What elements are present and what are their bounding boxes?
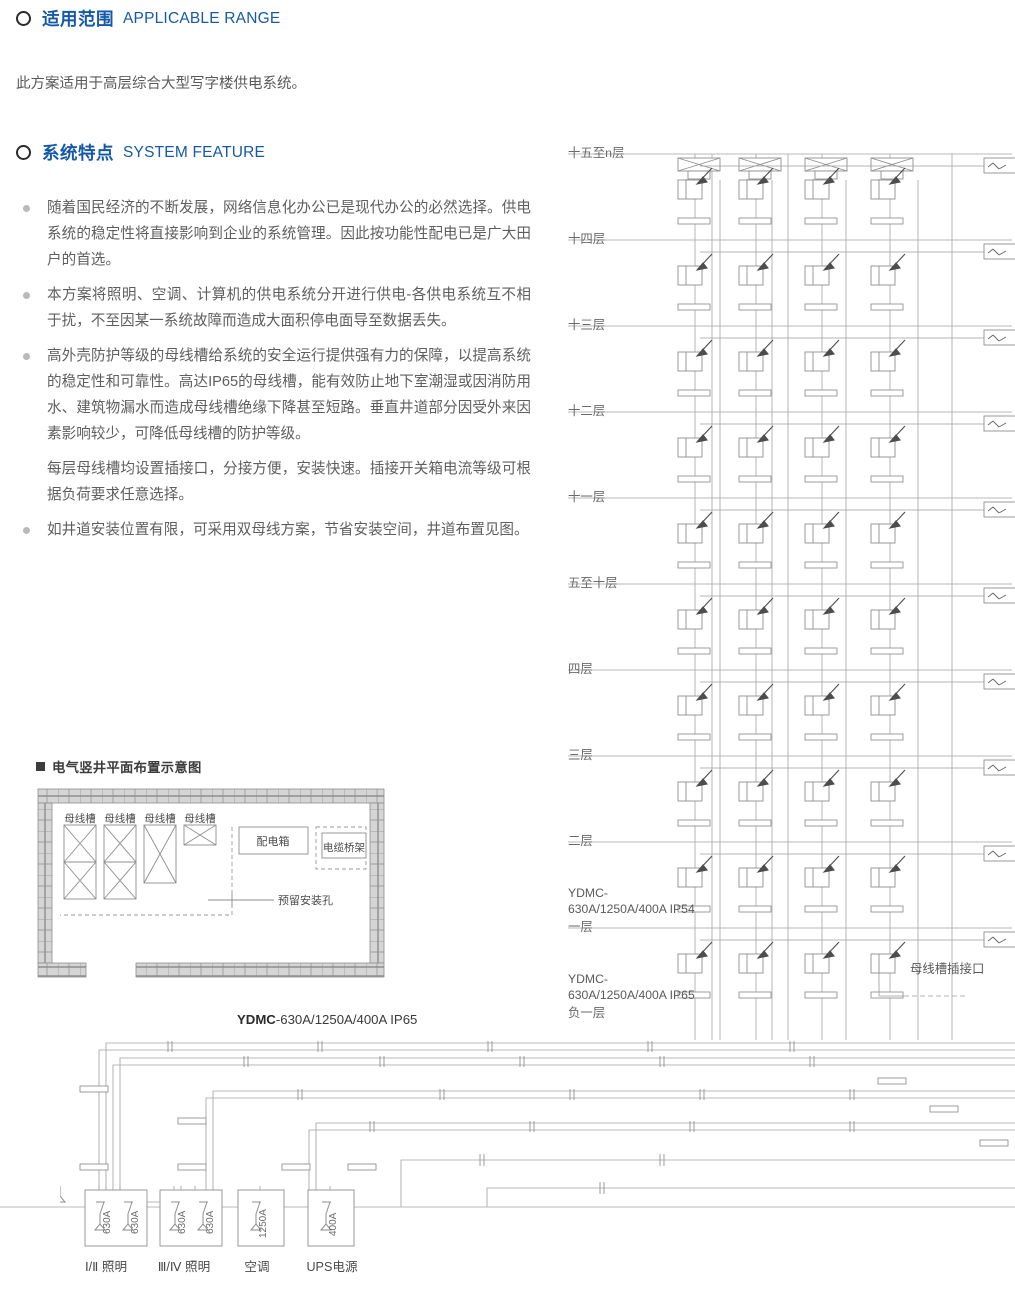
bullet-dot-icon xyxy=(23,205,30,212)
bottom-plug-ports xyxy=(79,1077,1009,1171)
feature-list: 随着国民经济的不断发展，网络信息化办公已是现代办公的必然选择。供电系统的稳定性将… xyxy=(16,196,544,553)
list-item: 随着国民经济的不断发展，网络信息化办公已是现代办公的必然选择。供电系统的稳定性将… xyxy=(16,196,544,274)
bottom-device-symbols: 630A 630A 630A 630A 1250A 400A xyxy=(60,1186,355,1247)
feature-text: 随着国民经济的不断发展，网络信息化办公已是现代办公的必然选择。供电系统的稳定性将… xyxy=(47,200,531,268)
list-item: 本方案将照明、空调、计算机的供电系统分开进行供电-各供电系统互不相于扰，不至因某… xyxy=(16,283,544,335)
riser-diagram: 十五至n层 十四层 十三层 十二层 十一层 五至十层 四层 三层 二层 一层 负… xyxy=(560,140,1015,1040)
section-title-en: APPLICABLE RANGE xyxy=(123,9,281,27)
section-header-applicable-range: 适用范围 APPLICABLE RANGE xyxy=(16,6,280,31)
square-marker-icon xyxy=(36,762,45,771)
list-item: 如井道安装位置有限，可采用双母线方案，节省安装空间，井道布置见图。 xyxy=(16,518,544,544)
plug-port-annotation: 母线槽插接口 xyxy=(910,962,985,976)
plan-diagram-svg: 母线槽 母线槽 母线槽 母线槽 配电箱 电缆桥架 预留安装孔 xyxy=(37,788,385,978)
floor-label: 四层 xyxy=(568,662,593,676)
floor-label: 三层 xyxy=(568,748,593,762)
device-caption: 空调 xyxy=(244,1260,270,1274)
floor-label: 十五至n层 xyxy=(568,146,625,160)
horizontal-busway-runs xyxy=(0,1041,1015,1208)
plan-title-text: 电气竖井平面布置示意图 xyxy=(52,760,202,775)
floor-label: 十一层 xyxy=(568,490,606,504)
electrical-shaft-plan-diagram: 电气竖井平面布置示意图 母线槽 母线槽 母线槽 母线槽 配电箱 电缆桥架 预留安… xyxy=(36,757,386,979)
feature-text: 高外壳防护等级的母线槽给系统的安全运行提供强有力的保障，以提高系统的稳定性和可靠… xyxy=(47,347,531,442)
top-tap-curves xyxy=(685,178,894,193)
bullet-dot-icon xyxy=(23,526,30,534)
device-rating: 630A xyxy=(177,1210,188,1234)
panel-label: 配电箱 xyxy=(257,834,290,848)
top-tap-symbols xyxy=(677,157,914,180)
intro-paragraph: 此方案适用于高层综合大型写字楼供电系统。 xyxy=(16,76,306,92)
feature-text: 每层母线槽均设置插接口，分接方便，安装快速。插接开关箱电流等级可根据负荷要求任意… xyxy=(47,460,531,503)
plan-diagram-title: 电气竖井平面布置示意图 xyxy=(36,757,386,776)
device-rating: 630A xyxy=(130,1210,141,1234)
floor-lines xyxy=(568,153,1012,929)
section-title-cn: 系统特点 xyxy=(42,143,114,163)
floor-label: 五至十层 xyxy=(568,576,618,590)
floor-label: 一层 xyxy=(568,920,593,934)
list-item: 高外壳防护等级的母线槽给系统的安全运行提供强有力的保障，以提高系统的稳定性和可靠… xyxy=(16,344,544,448)
floor-label: 二层 xyxy=(568,834,593,848)
floor-label: 十四层 xyxy=(568,232,606,246)
ydmc-spec-ip54-line1: YDMC- xyxy=(568,886,608,900)
floor-label: 十二层 xyxy=(568,404,606,418)
ydmc-spec-ip54-line2: 630A/1250A/400A IP54 xyxy=(568,902,695,916)
busway-label: 母线槽 xyxy=(184,812,216,825)
cable-tray-label: 电缆桥架 xyxy=(323,841,365,854)
wall-left xyxy=(37,802,53,964)
device-rating: 630A xyxy=(102,1210,113,1234)
bullet-dot-icon xyxy=(23,352,30,360)
busway-label: 母线槽 xyxy=(104,812,136,825)
device-rating: 1250A xyxy=(258,1209,269,1238)
wall-top xyxy=(37,788,385,804)
busway-label: 母线槽 xyxy=(144,812,176,825)
ydmc-spec-ip65-line2: 630A/1250A/400A IP65 xyxy=(568,988,695,1002)
floor-label: 十三层 xyxy=(568,318,606,332)
floor-tap-rows xyxy=(677,157,1015,999)
feature-text: 如井道安装位置有限，可采用双母线方案，节省安装空间，井道布置见图。 xyxy=(47,521,529,538)
ydmc-spec-ip65-line1: YDMC- xyxy=(568,972,608,986)
feature-text: 本方案将照明、空调、计算机的供电系统分开进行供电-各供电系统互不相于扰，不至因某… xyxy=(47,286,531,329)
section-title-en: SYSTEM FEATURE xyxy=(123,143,266,161)
ring-bullet-icon xyxy=(16,145,31,160)
device-rating: 630A xyxy=(205,1210,216,1234)
device-caption: Ⅲ/Ⅳ 照明 xyxy=(157,1260,211,1274)
busway-label: 母线槽 xyxy=(64,812,96,825)
device-rating: 400A xyxy=(328,1212,339,1236)
page-root: 适用范围 APPLICABLE RANGE 此方案适用于高层综合大型写字楼供电系… xyxy=(0,0,1015,1291)
section-title-cn: 适用范围 xyxy=(42,9,114,29)
wall-right xyxy=(369,802,385,964)
section-header-system-feature: 系统特点 SYSTEM FEATURE xyxy=(16,140,265,165)
reserved-hole-label: 预留安装孔 xyxy=(278,893,333,907)
ring-bullet-icon xyxy=(16,11,31,26)
bullet-dot-icon xyxy=(23,291,30,299)
breaker-symbols xyxy=(983,157,1015,948)
list-item: 每层母线槽均设置插接口，分接方便，安装快速。插接开关箱电流等级可根据负荷要求任意… xyxy=(16,457,544,509)
device-caption: Ⅰ/Ⅱ 照明 xyxy=(84,1260,128,1274)
device-caption: UPS电源 xyxy=(306,1260,358,1274)
wall-bottom-left xyxy=(37,962,87,978)
wall-bottom-right xyxy=(135,962,385,978)
busway-symbols xyxy=(63,824,217,900)
